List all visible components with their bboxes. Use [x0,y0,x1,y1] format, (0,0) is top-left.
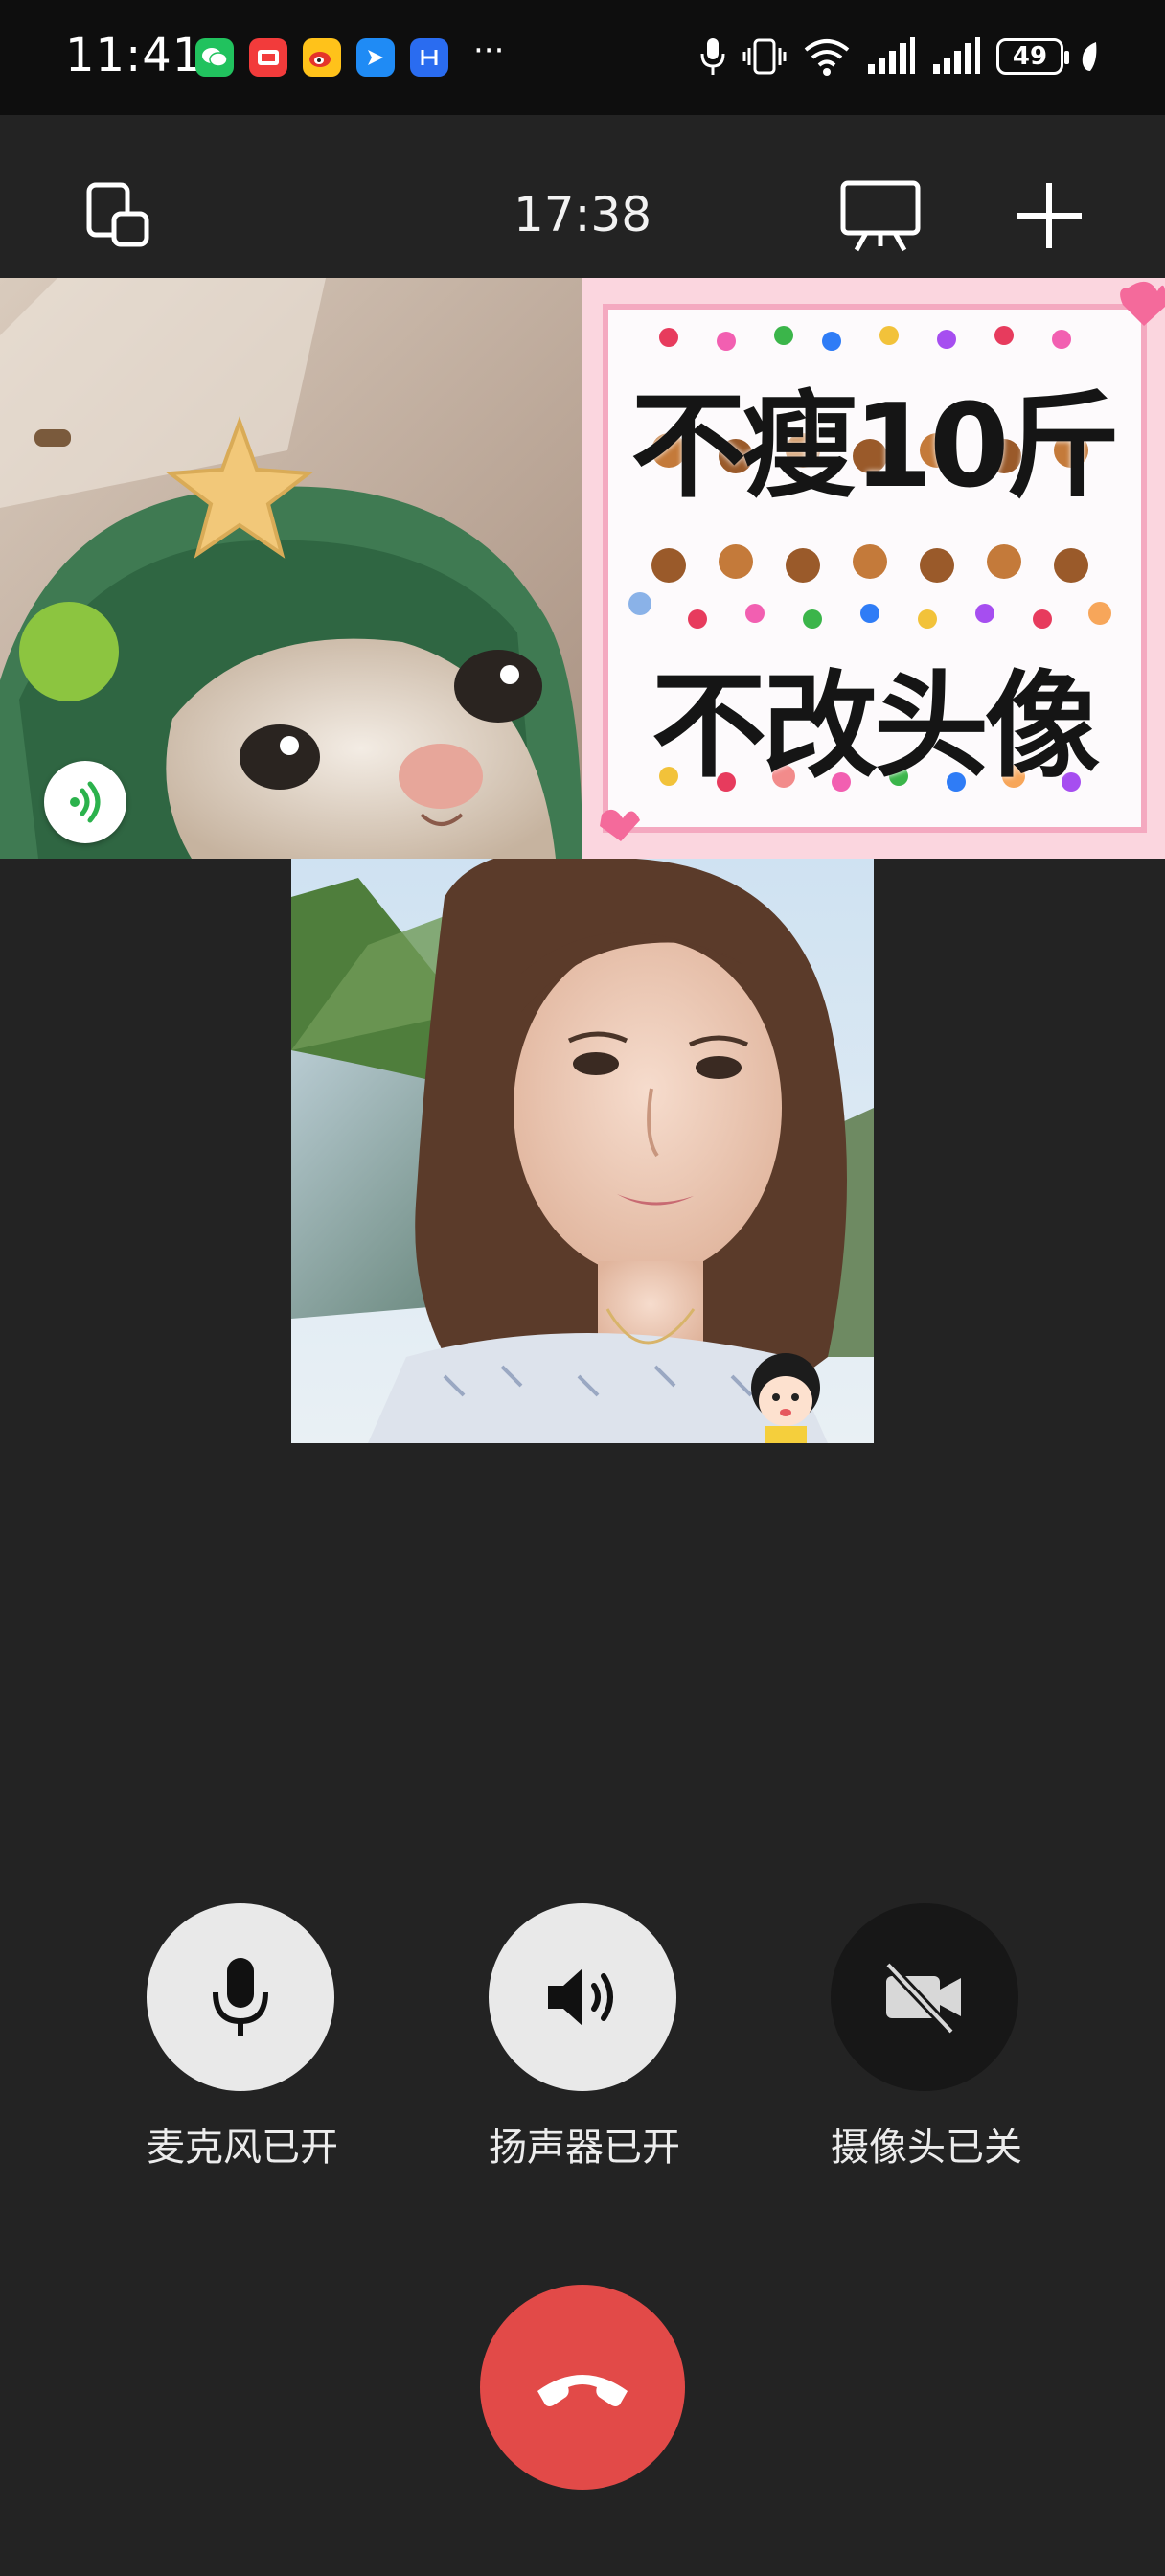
microphone-status-icon [700,38,725,75]
meme-text-line1: 不瘦10斤 [630,380,1121,514]
microphone-control: 麦克风已开 [147,1903,338,2172]
wechat-icon [195,38,234,77]
weibo-icon [303,38,341,77]
vibrate-icon [742,38,787,75]
hang-up-button[interactable] [480,2285,685,2490]
more-notifications: ··· [473,32,505,70]
call-toolbar: 17:38 [0,115,1165,278]
speaker-control: 扬声器已开 [489,1903,680,2172]
camera-toggle-button[interactable] [831,1903,1018,2091]
status-bar: 11:41 ··· 49 [0,0,1165,115]
speaker-status-label: 扬声器已开 [489,2126,680,2170]
participant-tile-cat[interactable] [0,278,582,859]
person-avatar-image [291,859,874,1443]
speaker-toggle-button[interactable] [489,1903,676,2091]
hang-up-phone-icon [537,2375,628,2406]
camera-control: 摄像头已关 [831,1903,1022,2172]
participant-tile-person[interactable] [291,859,874,1443]
red-book-icon [249,38,287,77]
wifi-icon [804,39,850,76]
signal-strength-icon-1 [868,37,915,74]
camera-off-icon [884,1961,961,2036]
screen-share-icon [840,180,921,252]
leaf-icon [1082,42,1097,71]
camera-status-label: 摄像头已关 [831,2126,1022,2170]
microphone-toggle-button[interactable] [147,1903,334,2091]
participant-tile-meme[interactable]: 不瘦10斤 不改头像 [582,278,1165,859]
notification-icons: ··· [195,32,504,77]
meme-text-line2: 不改头像 [651,660,1100,794]
microphone-status-label: 麦克风已开 [147,2126,338,2170]
screen-share-button[interactable] [837,172,924,259]
speaking-icon [70,781,101,823]
h-app-icon [410,38,448,77]
microphone-icon [213,1958,268,2036]
call-duration: 17:38 [513,187,652,242]
speaker-icon [548,1968,613,2026]
paper-plane-app-icon [356,38,395,77]
add-participant-button[interactable] [1006,172,1092,259]
system-indicators: 49 [699,36,1100,77]
status-time: 11:41 [65,29,203,82]
battery-indicator: 49 [996,38,1069,75]
signal-strength-icon-2 [933,37,980,74]
plus-icon [1017,183,1082,248]
audio-active-indicator [44,761,126,843]
